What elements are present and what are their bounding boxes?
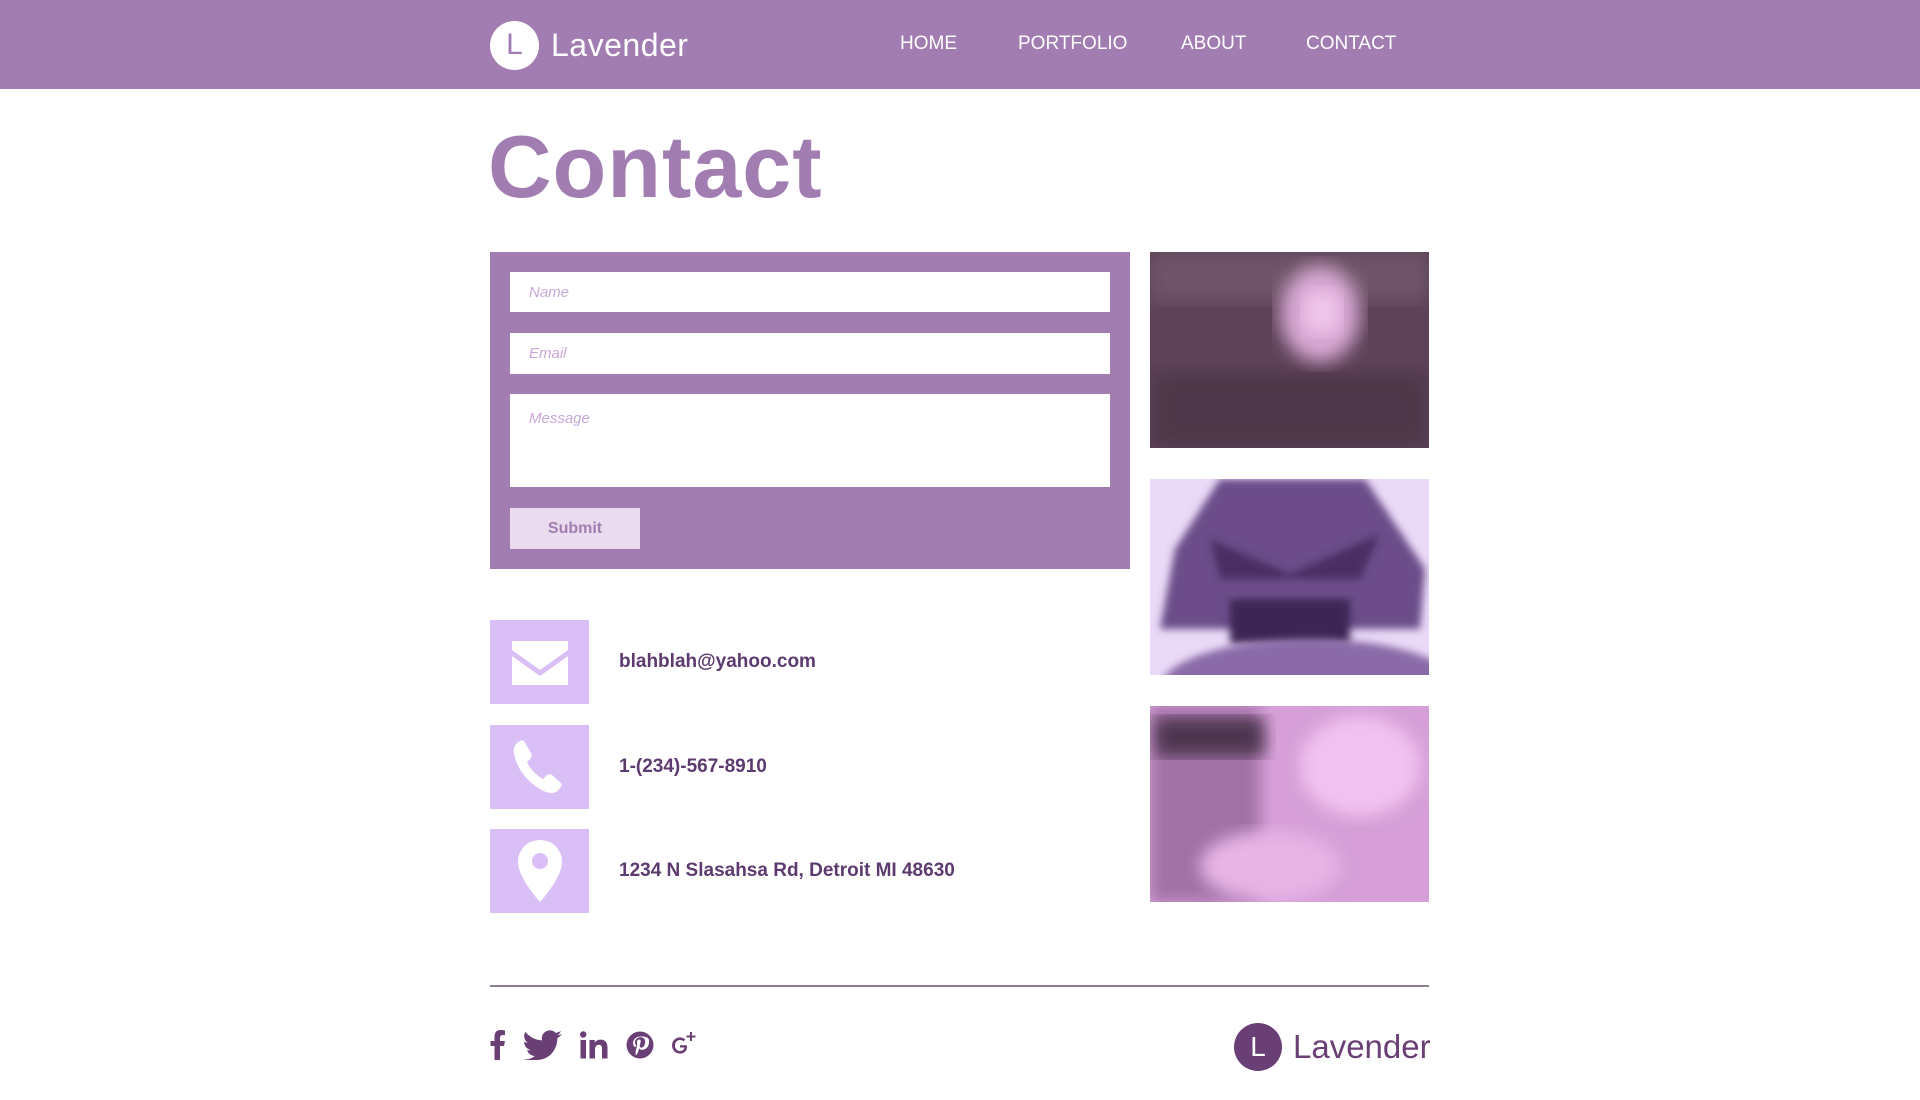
- submit-button[interactable]: Submit: [510, 508, 640, 549]
- contact-phone-text[interactable]: 1-(234)-567-8910: [619, 756, 767, 778]
- contact-address-text: 1234 N Slasahsa Rd, Detroit MI 48630: [619, 860, 955, 881]
- phone-icon-box: [490, 725, 589, 809]
- brand-logo[interactable]: L Lavender: [490, 20, 688, 70]
- contact-phone-row: 1-(234)-567-8910: [490, 725, 767, 809]
- name-input[interactable]: [510, 272, 1110, 312]
- phone-icon: [513, 740, 562, 793]
- linkedin-icon[interactable]: [580, 1030, 608, 1060]
- location-icon-box: [490, 829, 589, 913]
- map-pin-icon: [517, 840, 562, 902]
- contact-email-text[interactable]: blahblah@yahoo.com: [619, 651, 816, 673]
- contact-form: Submit: [490, 252, 1130, 569]
- email-icon-box: [490, 620, 589, 704]
- blurred-flower-photo[interactable]: [1150, 252, 1429, 448]
- facebook-icon[interactable]: [490, 1030, 506, 1060]
- nav-about[interactable]: ABOUT: [1181, 33, 1246, 55]
- nav-portfolio[interactable]: PORTFOLIO: [1018, 33, 1127, 55]
- footer-brand-name: Lavender: [1293, 1028, 1431, 1065]
- contact-email-row: blahblah@yahoo.com: [490, 620, 816, 704]
- envelope-icon: [511, 641, 568, 685]
- footer-logo-circle: L: [1234, 1023, 1282, 1071]
- nav-contact[interactable]: CONTACT: [1306, 33, 1396, 55]
- twitter-icon[interactable]: [524, 1030, 564, 1060]
- logo-circle: L: [490, 20, 539, 70]
- top-navigation-bar: L Lavender HOME PORTFOLIO ABOUT CONTACT: [0, 0, 1920, 89]
- footer-brand-logo[interactable]: L Lavender: [1234, 1022, 1431, 1072]
- brand-name: Lavender: [551, 26, 689, 63]
- message-textarea[interactable]: [510, 394, 1110, 487]
- contact-address-row: 1234 N Slasahsa Rd, Detroit MI 48630: [490, 829, 955, 913]
- footer-divider: [490, 985, 1429, 987]
- email-input[interactable]: [510, 333, 1110, 374]
- google-plus-icon[interactable]: [670, 1030, 696, 1060]
- blurred-pink-poster-photo[interactable]: [1150, 706, 1429, 902]
- nav-home[interactable]: HOME: [900, 33, 957, 55]
- page-title: Contact: [488, 117, 823, 216]
- blurred-purple-figure-photo[interactable]: [1150, 479, 1429, 675]
- pinterest-icon[interactable]: [626, 1030, 654, 1060]
